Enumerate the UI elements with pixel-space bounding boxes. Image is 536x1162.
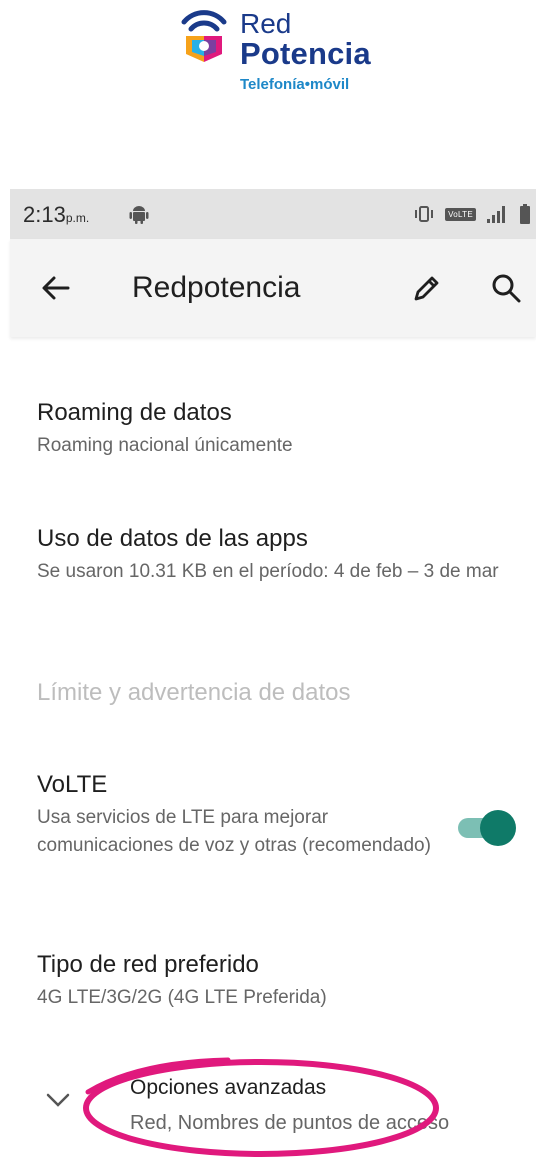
status-time-value: 2:13	[23, 202, 66, 227]
volte-toggle[interactable]	[458, 808, 518, 848]
setting-roaming-subtitle: Roaming nacional únicamente	[37, 435, 293, 456]
pencil-icon[interactable]	[410, 272, 442, 304]
red-potencia-logo-icon	[181, 10, 227, 62]
volte-badge: VoLTE	[445, 207, 476, 221]
vibrate-icon	[415, 206, 434, 222]
back-arrow-icon[interactable]	[40, 272, 72, 304]
setting-network-type[interactable]: Tipo de red preferido 4G LTE/3G/2G (4G L…	[37, 950, 527, 1012]
page-title: Redpotencia	[132, 271, 301, 304]
brand-name-red: Red	[240, 8, 292, 39]
setting-app-data-usage[interactable]: Uso de datos de las apps Se usaron 10.31…	[37, 524, 527, 586]
status-time: 2:13p.m.	[23, 202, 89, 228]
setting-data-limit: Límite y advertencia de datos	[37, 678, 527, 708]
setting-volte-title: VoLTE	[37, 771, 108, 798]
chevron-down-icon[interactable]	[44, 1090, 72, 1110]
setting-volte[interactable]: VoLTE Usa servicios de LTE para mejorar …	[37, 770, 437, 860]
setting-advanced-title: Opciones avanzadas	[130, 1076, 327, 1099]
setting-network-type-subtitle: 4G LTE/3G/2G (4G LTE Preferida)	[37, 987, 327, 1008]
setting-volte-subtitle: Usa servicios de LTE para mejorar comuni…	[37, 807, 431, 856]
setting-advanced-subtitle: Red, Nombres de puntos de acceso	[130, 1112, 450, 1134]
status-icons: VoLTE	[413, 203, 530, 225]
app-bar: Redpotencia	[10, 239, 536, 337]
setting-network-type-title: Tipo de red preferido	[37, 951, 259, 978]
brand-logo-block: Red Potencia Telefonía•móvil	[178, 6, 398, 96]
status-bar: 2:13p.m. VoLTE	[10, 189, 536, 239]
setting-app-data-title: Uso de datos de las apps	[37, 525, 308, 552]
brand-tagline: Telefonía•móvil	[240, 76, 350, 93]
brand-name-potencia: Potencia	[240, 36, 371, 71]
search-icon[interactable]	[490, 272, 522, 304]
battery-icon	[520, 204, 530, 224]
status-time-suffix: p.m.	[65, 211, 90, 225]
android-icon	[129, 206, 149, 224]
setting-advanced-options[interactable]: Opciones avanzadas Red, Nombres de punto…	[130, 1073, 530, 1137]
volte-toggle-thumb	[480, 810, 516, 846]
setting-roaming-title: Roaming de datos	[37, 399, 232, 426]
setting-roaming[interactable]: Roaming de datos Roaming nacional únicam…	[37, 398, 527, 460]
signal-icon	[487, 206, 505, 223]
setting-data-limit-title: Límite y advertencia de datos	[37, 679, 351, 706]
setting-app-data-subtitle: Se usaron 10.31 KB en el período: 4 de f…	[37, 561, 499, 582]
